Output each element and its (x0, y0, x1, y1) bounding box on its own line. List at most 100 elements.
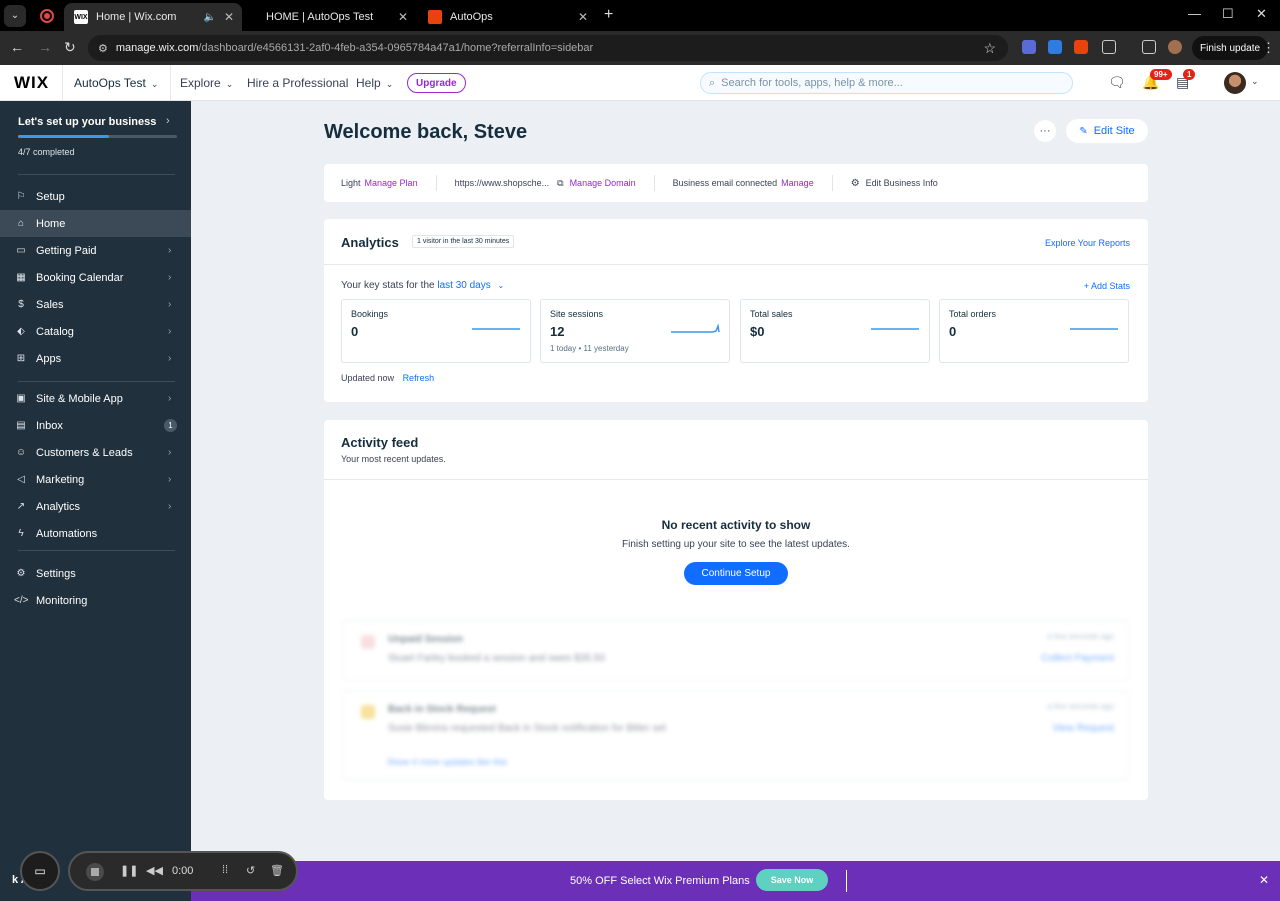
browser-menu-icon[interactable]: ⋮ (1262, 40, 1275, 56)
sidebar-item-inbox[interactable]: ▤ Inbox 1 (0, 412, 191, 439)
close-icon[interactable]: ✕ (1259, 873, 1269, 887)
sidebar-item-marketing[interactable]: ◁ Marketing › (0, 466, 191, 493)
tab-autoops-home[interactable]: HOME | AutoOps Test ✕ (256, 3, 416, 31)
site-switcher[interactable]: AutoOps Test ⌄ (74, 76, 158, 90)
search-input[interactable]: ⌕ Search for tools, apps, help & more... (700, 72, 1073, 94)
edit-business-info-link[interactable]: Edit Business Info (866, 178, 938, 188)
maximize-icon[interactable]: ☐ (1222, 6, 1234, 22)
hire-professional-link[interactable]: Hire a Professional (247, 76, 348, 90)
refresh-link[interactable]: Refresh (403, 373, 435, 383)
edit-site-button[interactable]: ✎ Edit Site (1066, 119, 1148, 143)
more-actions-button[interactable]: ··· (1034, 120, 1056, 142)
activity-feed-subtitle: Your most recent updates. (341, 454, 446, 464)
sidebar-item-label: Setup (36, 190, 65, 203)
sidebar-item-automations[interactable]: ϟ Automations (0, 520, 191, 547)
calendar-icon: ▦ (16, 272, 26, 283)
camera-icon[interactable]: ▭ (20, 851, 60, 891)
sidebar-item-apps[interactable]: ⊞ Apps › (0, 345, 191, 372)
setup-progress-card[interactable]: Let's set up your business › 4/7 complet… (0, 101, 191, 171)
sidebar-item-label: Marketing (36, 473, 85, 486)
continue-setup-button[interactable]: Continue Setup (684, 562, 788, 585)
rewind-icon[interactable]: ◀◀ (146, 864, 163, 877)
tab-title: Home | Wix.com (96, 11, 177, 23)
manage-plan-link[interactable]: Manage Plan (365, 178, 418, 188)
speaker-icon[interactable]: 🔈 (204, 12, 216, 23)
close-tab-icon[interactable]: ✕ (224, 10, 234, 24)
trash-icon[interactable]: 🗑 (270, 864, 284, 877)
save-now-button[interactable]: Save Now (756, 869, 828, 891)
stat-value: 0 (949, 324, 957, 339)
extensions-puzzle-icon[interactable] (1102, 40, 1116, 54)
minimize-icon[interactable]: — (1188, 6, 1201, 21)
analytics-title: Analytics (341, 235, 399, 250)
sidebar-item-catalog[interactable]: ⬖ Catalog › (0, 318, 191, 345)
stat-card[interactable]: Site sessions 12 1 today • 11 yesterday (540, 299, 730, 363)
pause-icon[interactable]: ❚❚ (120, 864, 138, 877)
stat-card[interactable]: Total sales $0 (740, 299, 930, 363)
sidebar-item-home[interactable]: ⌂ Home (0, 210, 191, 237)
wix-topbar: WIX AutoOps Test ⌄ Explore ⌄ Hire a Profes… (0, 65, 1280, 101)
divider (18, 381, 175, 382)
close-tab-icon[interactable]: ✕ (398, 10, 408, 24)
sidebar-item-label: Site & Mobile App (36, 392, 123, 405)
add-stats-button[interactable]: + Add Stats (1084, 281, 1130, 291)
bookmark-star-icon[interactable]: ☆ (983, 40, 996, 57)
sidebar-item-label: Home (36, 217, 66, 230)
sparkline (871, 328, 919, 330)
divider (170, 65, 171, 101)
media-control-icon[interactable] (1142, 40, 1156, 54)
url-field[interactable]: ⚙ manage.wix.com /dashboard/e4566131-2af… (88, 35, 1008, 61)
tab-search-icon[interactable]: ⌄ (4, 4, 26, 27)
sidebar-item-site-mobile-app[interactable]: ▣ Site & Mobile App › (0, 385, 191, 412)
chevron-right-icon: › (168, 272, 172, 283)
sidebar-item-customers-leads[interactable]: ☺ Customers & Leads › (0, 439, 191, 466)
manage-email-link[interactable]: Manage (781, 178, 814, 188)
sidebar-item-getting-paid[interactable]: ▭ Getting Paid › (0, 237, 191, 264)
divider (653, 175, 655, 191)
new-tab-icon[interactable]: + (604, 6, 613, 24)
reload-icon[interactable]: ↻ (64, 39, 76, 56)
chat-icon[interactable]: 🗨 (1108, 74, 1126, 91)
chevron-right-icon: › (166, 115, 170, 127)
megaphone-icon: ◁ (17, 474, 25, 485)
forward-icon[interactable]: → (38, 39, 52, 55)
sidebar-item-setup[interactable]: ⚐ Setup (0, 183, 191, 210)
stat-card[interactable]: Bookings 0 (341, 299, 531, 363)
back-icon[interactable]: ← (10, 39, 24, 55)
sidebar-item-monitoring[interactable]: </> Monitoring (0, 587, 191, 614)
finish-update-button[interactable]: Finish update (1192, 36, 1269, 60)
stat-card[interactable]: Total orders 0 (939, 299, 1129, 363)
chevron-down-icon[interactable]: ⌄ (1251, 76, 1259, 87)
extension-icon[interactable] (1048, 40, 1062, 54)
close-window-icon[interactable]: ✕ (1256, 6, 1267, 22)
browser-addressbar: ← → ↻ ⚙ manage.wix.com /dashboard/e45661… (0, 31, 1280, 65)
tab-wix-home[interactable]: WIX Home | Wix.com 🔈 ✕ (64, 3, 242, 31)
manage-domain-link[interactable]: Manage Domain (570, 178, 636, 188)
explore-reports-link[interactable]: Explore Your Reports (1045, 238, 1130, 248)
tab-autoops[interactable]: AutoOps ✕ (418, 3, 596, 31)
site-info-icon[interactable]: ⚙ (98, 42, 108, 55)
help-menu[interactable]: Help ⌄ (356, 76, 393, 90)
chevron-right-icon: › (168, 353, 172, 364)
external-link-icon[interactable]: ⧉ (557, 178, 563, 189)
sidebar-item-sales[interactable]: $ Sales › (0, 291, 191, 318)
preview-desc: Susie Blevins requested Back in Stock no… (388, 723, 666, 734)
grid-icon[interactable]: ⁞⁞ (222, 864, 228, 876)
sidebar-item-booking-calendar[interactable]: ▦ Booking Calendar › (0, 264, 191, 291)
apps-icon: ⊞ (16, 353, 26, 364)
recording-indicator-icon (40, 8, 54, 23)
profile-avatar-icon[interactable] (1168, 40, 1182, 54)
stop-button[interactable] (86, 863, 104, 881)
upgrade-button[interactable]: Upgrade (407, 73, 466, 93)
explore-menu[interactable]: Explore ⌄ (180, 76, 233, 90)
close-tab-icon[interactable]: ✕ (578, 10, 588, 24)
extension-icon[interactable] (1022, 40, 1036, 54)
avatar[interactable] (1224, 72, 1246, 94)
extension-icon[interactable] (1074, 40, 1088, 54)
restart-icon[interactable]: ↺ (246, 864, 255, 877)
wix-logo[interactable]: WIX (14, 73, 49, 93)
date-range-dropdown[interactable]: last 30 days ⌄ (437, 280, 504, 291)
sidebar-item-settings[interactable]: ⚙ Settings (0, 560, 191, 587)
divider (846, 870, 847, 892)
sidebar-item-analytics[interactable]: ↗ Analytics › (0, 493, 191, 520)
